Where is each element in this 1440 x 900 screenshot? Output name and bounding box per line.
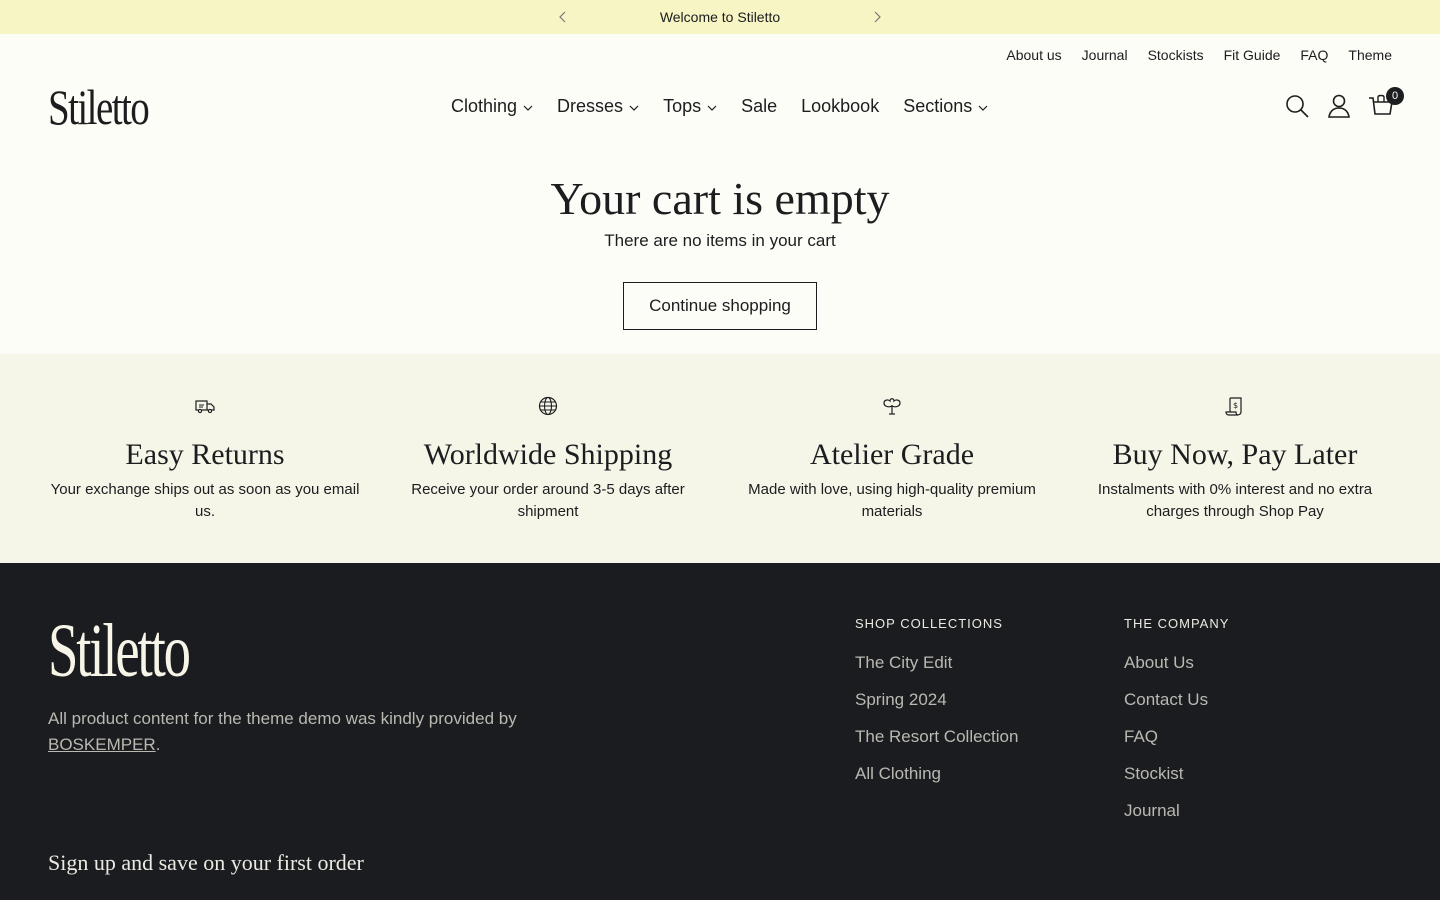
feature-title: Buy Now, Pay Later: [1112, 438, 1358, 471]
nav-item-sale[interactable]: Sale: [741, 96, 777, 117]
nav-item-lookbook[interactable]: Lookbook: [801, 96, 879, 117]
plant-icon: [883, 398, 901, 415]
nav-item-dresses[interactable]: Dresses: [557, 96, 639, 117]
nav-item-label: Dresses: [557, 96, 624, 116]
cart-count-badge: 0: [1386, 87, 1404, 105]
cart-icon[interactable]: 0: [1368, 87, 1404, 119]
feature-text: Made with love, using high-quality premi…: [748, 481, 1036, 520]
signup-heading: Sign up and save on your first order: [48, 850, 364, 875]
footer-link[interactable]: The Resort Collection: [855, 727, 1018, 749]
page-title: Your cart is empty: [550, 173, 890, 224]
receipt-icon: $: [1225, 397, 1242, 416]
utility-link-theme[interactable]: Theme: [1348, 47, 1392, 63]
footer-link[interactable]: All Clothing: [855, 764, 1018, 786]
chevron-down-icon: [629, 105, 639, 111]
svg-text:$: $: [1233, 401, 1238, 410]
nav-item-clothing[interactable]: Clothing: [451, 96, 533, 117]
feature-title: Easy Returns: [125, 438, 285, 471]
footer-link[interactable]: The City Edit: [855, 653, 1018, 675]
footer-link[interactable]: Spring 2024: [855, 690, 1018, 712]
continue-shopping-button[interactable]: Continue shopping: [623, 282, 817, 330]
nav-item-label: Clothing: [451, 96, 518, 116]
header-icons: 0: [1284, 87, 1404, 119]
logo[interactable]: Stiletto: [48, 82, 150, 132]
chevron-down-icon: [523, 105, 533, 111]
feature-text: Your exchange ships out as soon as you e…: [50, 481, 360, 520]
feature-text: Instalments with 0% interest and no extr…: [1097, 481, 1373, 520]
search-icon[interactable]: [1284, 93, 1310, 119]
announcement-bar: Welcome to Stiletto: [0, 0, 1440, 34]
footer-link[interactable]: Contact Us: [1124, 690, 1229, 712]
announcement-text: Welcome to Stiletto: [659, 9, 781, 25]
footer-credit-end: .: [155, 735, 161, 754]
utility-nav: About us Journal Stockists Fit Guide FAQ…: [1006, 47, 1392, 63]
utility-link-stockists[interactable]: Stockists: [1148, 47, 1204, 63]
nav-item-label: Tops: [663, 96, 702, 116]
chevron-down-icon: [707, 105, 717, 111]
empty-cart-message: There are no items in your cart: [604, 231, 836, 250]
footer-credit-text: All product content for the theme demo w…: [48, 709, 517, 728]
features-section: Easy Returns Your exchange ships out as …: [0, 354, 1440, 563]
footer-logo[interactable]: Stiletto: [48, 613, 191, 689]
nav-item-sections[interactable]: Sections: [903, 96, 988, 117]
utility-link-journal[interactable]: Journal: [1082, 47, 1128, 63]
footer-column-the-company: THE COMPANY About Us Contact Us FAQ Stoc…: [1124, 616, 1229, 838]
nav-item-label: Lookbook: [801, 96, 880, 116]
nav-item-tops[interactable]: Tops: [663, 96, 717, 117]
nav-item-label: Sections: [903, 96, 973, 116]
footer-link[interactable]: Journal: [1124, 801, 1229, 823]
chevron-right-icon[interactable]: [869, 9, 885, 25]
footer-link[interactable]: FAQ: [1124, 727, 1229, 749]
footer-credit-link[interactable]: BOSKEMPER: [48, 735, 156, 754]
footer-column-shop-collections: SHOP COLLECTIONS The City Edit Spring 20…: [855, 616, 1018, 801]
footer-credit: All product content for the theme demo w…: [48, 706, 568, 758]
footer: Stiletto All product content for the the…: [0, 563, 1440, 900]
utility-link-faq[interactable]: FAQ: [1300, 47, 1328, 63]
globe-icon: [538, 396, 558, 416]
footer-link[interactable]: Stockist: [1124, 764, 1229, 786]
footer-link[interactable]: About Us: [1124, 653, 1229, 675]
footer-column-heading: THE COMPANY: [1124, 616, 1230, 631]
truck-icon: [195, 400, 215, 414]
feature-title: Atelier Grade: [809, 438, 975, 471]
utility-link-fit-guide[interactable]: Fit Guide: [1224, 47, 1281, 63]
feature-title: Worldwide Shipping: [423, 438, 673, 471]
chevron-down-icon: [978, 105, 988, 111]
nav-item-label: Sale: [741, 96, 778, 116]
footer-column-heading: SHOP COLLECTIONS: [855, 616, 1003, 631]
feature-text: Receive your order around 3-5 days after…: [411, 481, 685, 520]
main-nav: Clothing Dresses Tops Sale Lookbook Sect…: [451, 96, 988, 117]
account-icon[interactable]: [1326, 93, 1352, 119]
utility-link-about[interactable]: About us: [1006, 47, 1061, 63]
